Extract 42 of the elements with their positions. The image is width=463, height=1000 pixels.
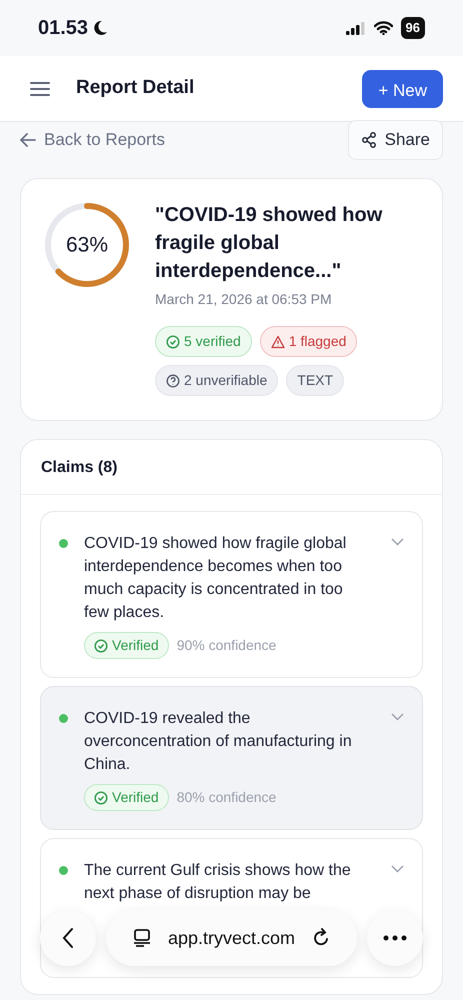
wifi-icon	[374, 21, 393, 35]
status-time: 01.53	[38, 16, 88, 41]
check-circle-icon	[166, 334, 180, 348]
back-link[interactable]: Back to Reports	[20, 127, 165, 153]
claim-card[interactable]: COVID-19 revealed the overconcentration of manufacturing in China. Verified 80% confidence	[40, 686, 423, 830]
expand-icon[interactable]	[391, 538, 404, 546]
address-bar[interactable]: app.tryvect.com	[106, 910, 357, 966]
moon-icon	[92, 20, 108, 36]
score-value: 63%	[66, 232, 108, 258]
url-text: app.tryvect.com	[168, 926, 296, 950]
battery-level: 96	[400, 17, 425, 39]
signal-icon	[346, 22, 366, 34]
expand-icon[interactable]	[391, 713, 404, 721]
arrow-left-icon	[20, 133, 36, 147]
tag-label: 2 unverifiable	[184, 371, 268, 390]
tag-label: 5 verified	[184, 332, 241, 351]
expand-icon[interactable]	[391, 865, 404, 873]
question-circle-icon	[166, 374, 180, 388]
tag-label: Verified	[112, 636, 159, 655]
menu-icon[interactable]	[30, 80, 50, 96]
type-tag: TEXT	[286, 365, 344, 396]
warning-icon	[270, 334, 285, 348]
claim-text: The current Gulf crisis shows how the next phase of disruption may be	[84, 861, 352, 904]
claim-text: COVID-19 showed how fragile global interdependence becomes when too much capacity is concentrated in too few places.	[84, 534, 348, 623]
tag-label: 1 flagged	[288, 332, 346, 351]
claim-card[interactable]: COVID-19 showed how fragile global interdependence becomes when too much capacity is concentrated in too few places. Verified 90% confidence	[40, 511, 423, 678]
chevron-left-icon	[62, 927, 74, 949]
claims-heading: Claims (8)	[21, 440, 442, 495]
share-button[interactable]: Share	[348, 120, 443, 160]
more-icon	[383, 935, 407, 941]
tag-label: Verified	[112, 788, 159, 807]
check-circle-icon	[94, 790, 108, 804]
claim-text: COVID-19 revealed the overconcentration of manufacturing in China.	[84, 709, 352, 775]
confidence-text: 90% confidence	[176, 636, 276, 655]
check-circle-icon	[94, 638, 108, 652]
report-title: "COVID-19 showed how fragile global interdependence..."	[155, 203, 384, 284]
new-button[interactable]: + New	[362, 70, 443, 108]
share-icon	[360, 132, 377, 148]
page-title: Report Detail	[76, 76, 194, 100]
confidence-text: 80% confidence	[176, 788, 276, 807]
report-date: March 21, 2026 at 06:53 PM	[155, 290, 333, 309]
tabs-icon[interactable]	[132, 928, 152, 948]
